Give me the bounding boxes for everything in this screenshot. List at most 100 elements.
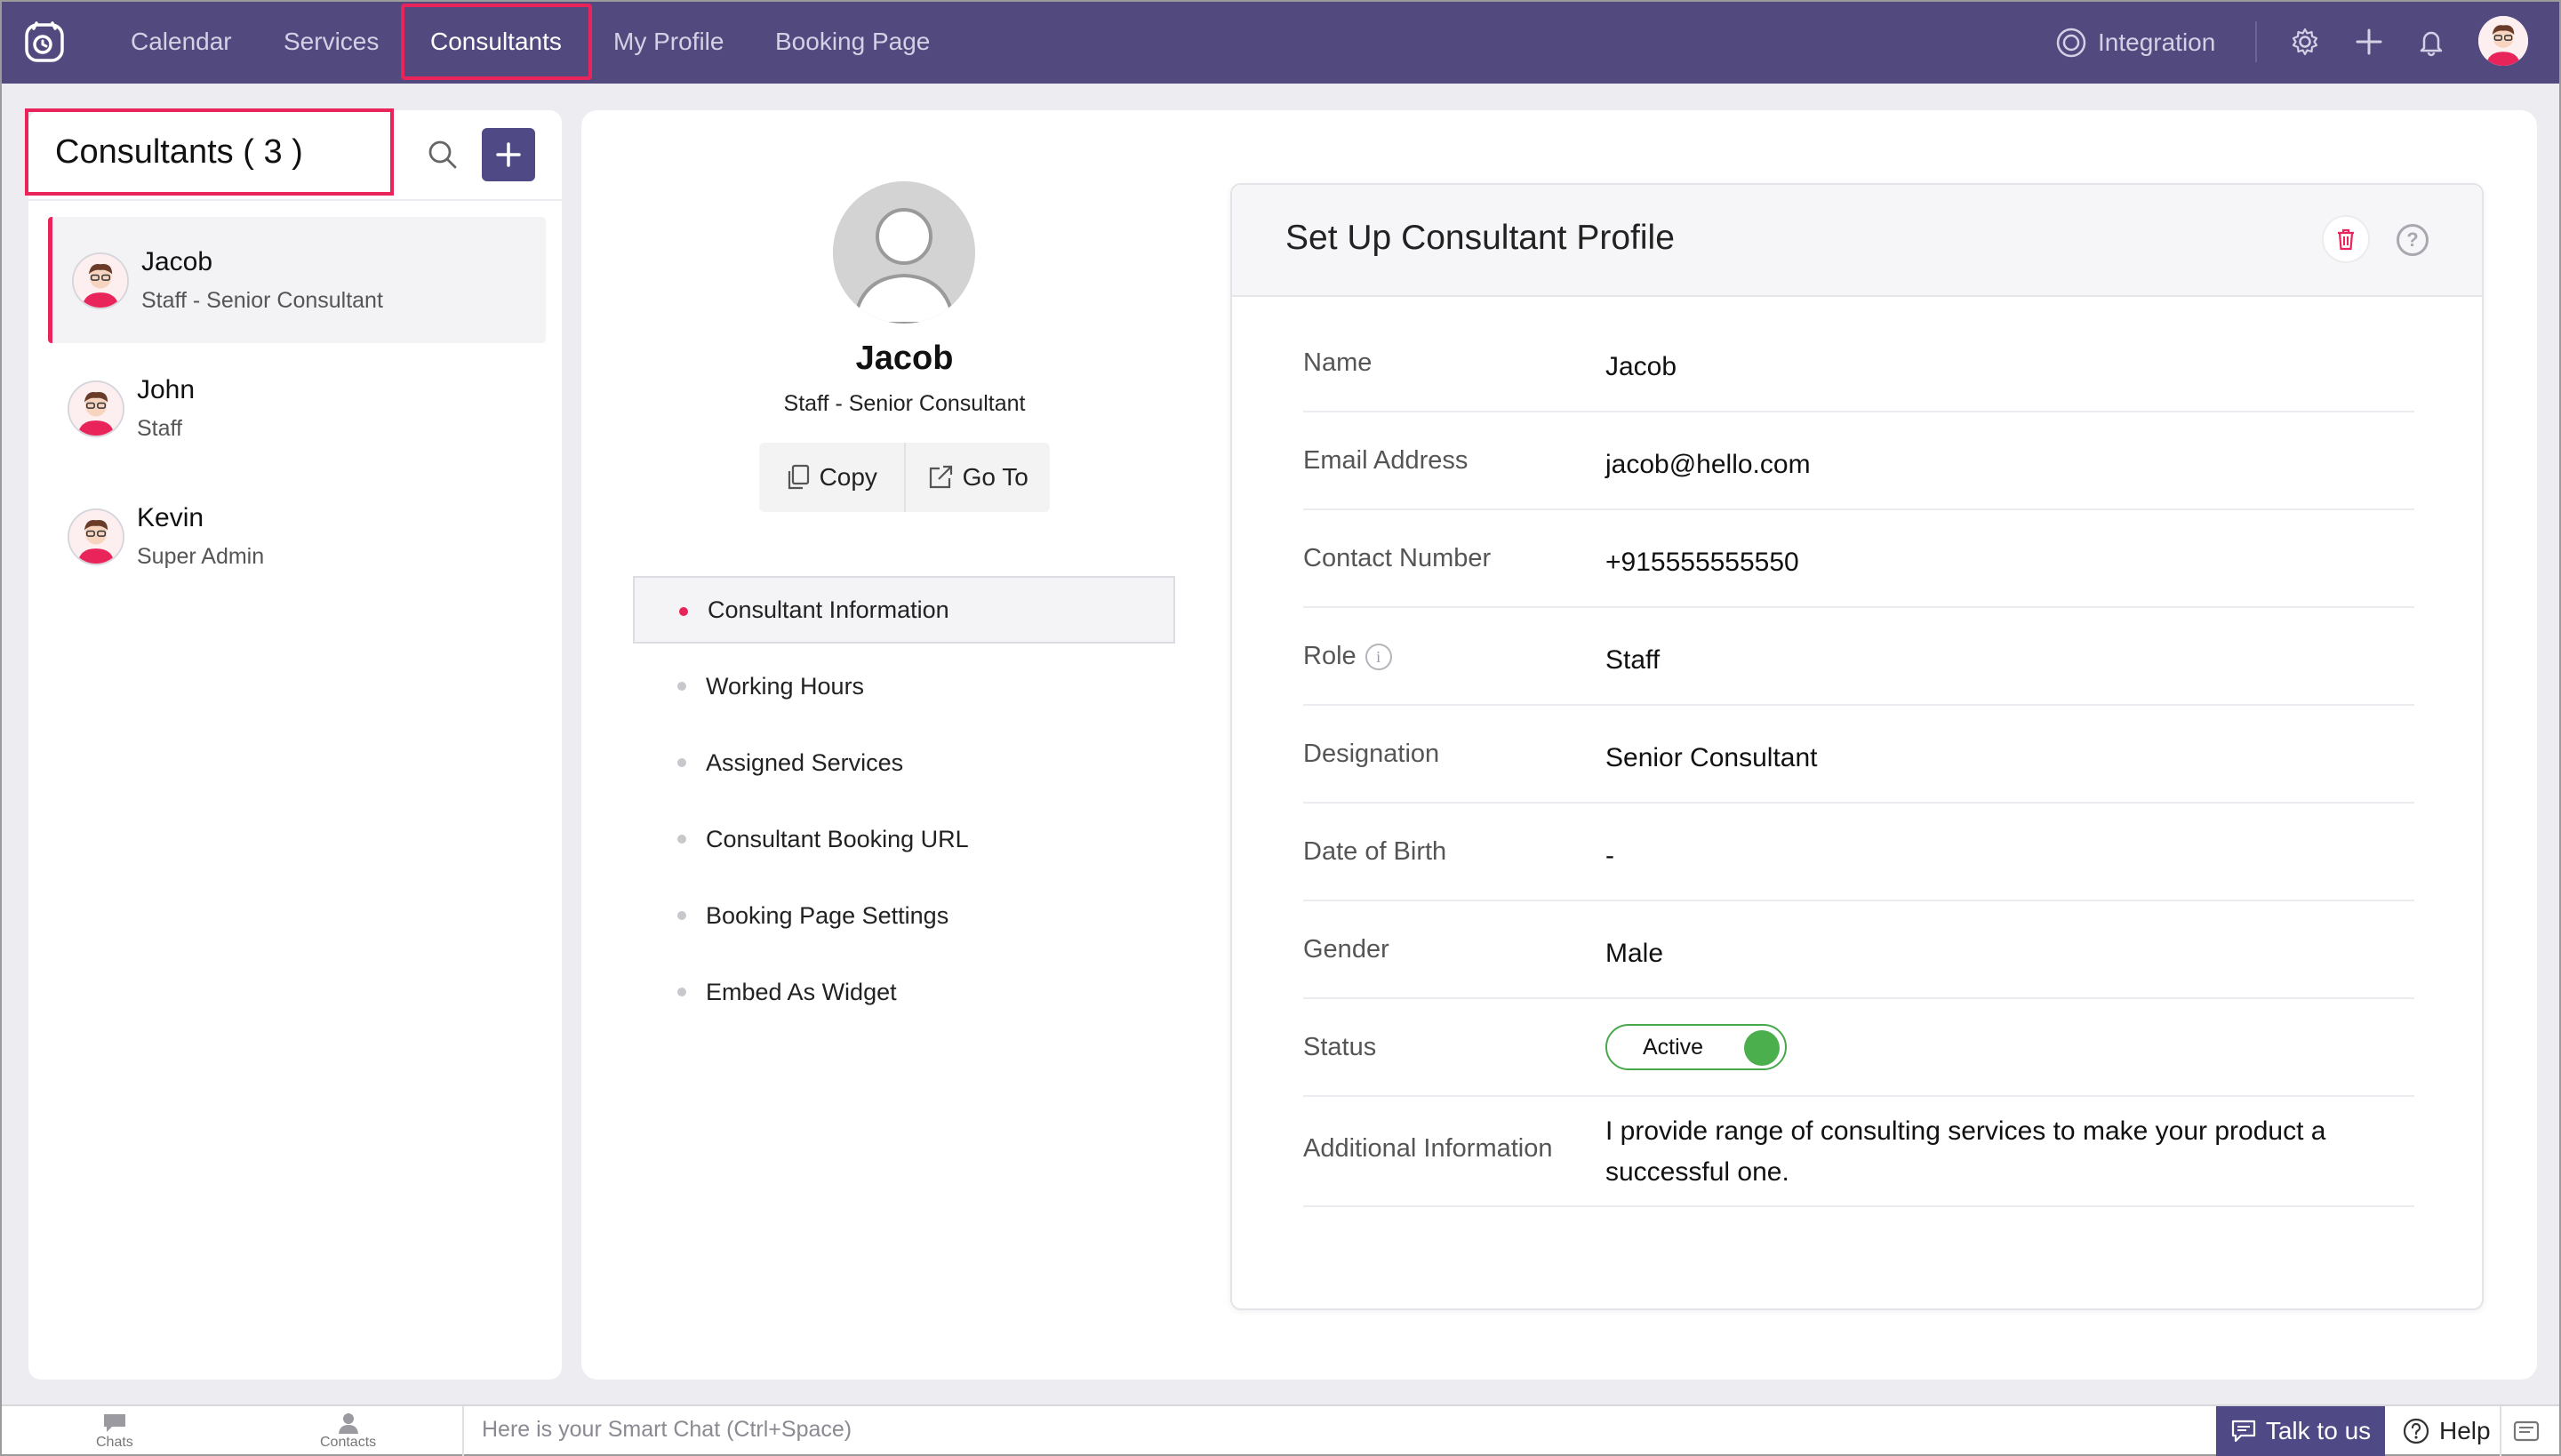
menu-label: Consultant Booking URL (706, 825, 969, 852)
copy-icon (788, 464, 809, 490)
menu-label: Embed As Widget (706, 978, 897, 1005)
search-icon[interactable] (425, 137, 460, 172)
menu-label: Working Hours (706, 672, 865, 700)
menu-consultant-booking-url[interactable]: Consultant Booking URL (633, 805, 1175, 873)
consultant-avatar-icon (69, 382, 123, 436)
consultant-item-kevin[interactable]: Kevin Super Admin (48, 473, 546, 599)
copy-label: Copy (819, 463, 877, 491)
field-value[interactable]: +915555555550 (1605, 542, 2388, 583)
menu-booking-page-settings[interactable]: Booking Page Settings (633, 882, 1175, 949)
field-value[interactable]: Male (1605, 933, 2388, 974)
menu-dot (677, 835, 686, 844)
header-divider (28, 199, 562, 201)
menu-dot (677, 988, 686, 996)
user-avatar[interactable] (2478, 16, 2528, 66)
menu-consultant-information[interactable]: Consultant Information (633, 576, 1175, 644)
field-label: Additional Information (1303, 1134, 1553, 1164)
consultant-role: Staff (137, 416, 182, 441)
card-header: Set Up Consultant Profile ? (1232, 185, 2482, 297)
consultant-item-john[interactable]: John Staff (48, 345, 546, 471)
nav-booking-page[interactable]: Booking Page (775, 2, 930, 84)
gear-icon (2292, 28, 2318, 56)
bottom-divider (2500, 1406, 2501, 1456)
feedback-icon[interactable] (2510, 1415, 2542, 1447)
chats-button[interactable]: Chats (96, 1412, 133, 1451)
menu-label: Booking Page Settings (706, 901, 949, 929)
add-consultant-button[interactable] (482, 128, 535, 181)
bell-icon (2420, 31, 2443, 57)
status-toggle[interactable]: Active (1605, 1024, 1787, 1070)
talk-to-us-button[interactable]: Talk to us (2216, 1406, 2385, 1456)
topbar-divider (2255, 21, 2257, 62)
consultant-role: Staff - Senior Consultant (141, 288, 383, 313)
help-icon[interactable]: ? (2397, 224, 2429, 256)
field-value[interactable]: Senior Consultant (1605, 738, 2388, 779)
bottom-bar: Chats Contacts Here is your Smart Chat (… (2, 1404, 2559, 1456)
field-label: Designation (1303, 740, 1439, 769)
field-value[interactable]: - (1605, 836, 2388, 876)
field-name: Name Jacob (1303, 315, 2414, 412)
contacts-button[interactable]: Contacts (320, 1412, 376, 1451)
help-label: Help (2439, 1417, 2491, 1444)
field-gender: Gender Male (1303, 901, 2414, 999)
field-value[interactable]: Jacob (1605, 347, 2388, 388)
profile-section-menu: Consultant Information Working Hours Ass… (633, 576, 1175, 1035)
consultant-profile-card: Set Up Consultant Profile ? Name Jacob E… (1230, 183, 2484, 1310)
nav-calendar[interactable]: Calendar (131, 2, 232, 84)
field-email-address: Email Address jacob@hello.com (1303, 412, 2414, 510)
top-navigation-bar: Calendar Services Consultants My Profile… (2, 2, 2559, 84)
integration-label: Integration (2098, 28, 2216, 56)
field-value[interactable]: I provide range of consulting services t… (1605, 1111, 2388, 1193)
help-button[interactable]: Help (2402, 1406, 2491, 1456)
consultant-name: Jacob (141, 247, 213, 276)
consultant-item-jacob[interactable]: Jacob Staff - Senior Consultant (48, 217, 546, 343)
smart-chat-input[interactable]: Here is your Smart Chat (Ctrl+Space) (482, 1417, 852, 1443)
field-value[interactable]: jacob@hello.com (1605, 444, 2388, 485)
avatar (72, 252, 129, 309)
menu-embed-as-widget[interactable]: Embed As Widget (633, 958, 1175, 1026)
integration-button[interactable]: Integration (2055, 2, 2215, 84)
trash-icon (2338, 228, 2354, 251)
external-link-icon (929, 465, 952, 489)
nav-services[interactable]: Services (284, 2, 379, 84)
bottom-divider (462, 1406, 464, 1456)
field-label-text: Designation (1303, 740, 1440, 768)
settings-button[interactable] (2285, 21, 2325, 62)
field-value[interactable]: Staff (1605, 640, 2388, 681)
notifications-button[interactable] (2411, 21, 2452, 62)
field-status: Status Active (1303, 999, 2414, 1097)
menu-working-hours[interactable]: Working Hours (633, 652, 1175, 720)
menu-assigned-services[interactable]: Assigned Services (633, 729, 1175, 796)
integration-icon (2056, 28, 2086, 58)
field-label-text: Status (1303, 1033, 1377, 1061)
copy-button[interactable]: Copy (759, 443, 904, 512)
default-user-avatar-icon (833, 181, 975, 324)
field-label: Name (1303, 348, 1372, 378)
menu-dot (677, 911, 686, 920)
help-icon (2403, 1418, 2429, 1444)
nav-my-profile[interactable]: My Profile (613, 2, 724, 84)
profile-role: Staff - Senior Consultant (783, 391, 1026, 416)
menu-dot (677, 758, 686, 767)
go-to-button[interactable]: Go To (903, 443, 1051, 512)
field-additional-information: Additional Information I provide range o… (1303, 1097, 2414, 1207)
consultant-avatar-icon (74, 254, 127, 308)
menu-label: Consultant Information (708, 596, 949, 623)
delete-consultant-button[interactable] (2322, 215, 2370, 263)
field-contact-number: Contact Number +915555555550 (1303, 510, 2414, 608)
consultant-avatar-icon (69, 510, 123, 564)
info-icon[interactable]: i (1365, 643, 1392, 670)
nav-consultants-highlight (401, 4, 592, 80)
consultant-role: Super Admin (137, 544, 265, 569)
add-new-button[interactable] (2349, 21, 2389, 62)
profile-avatar[interactable] (833, 181, 975, 324)
status-toggle-label: Active (1643, 1035, 1704, 1060)
menu-dot (679, 607, 688, 616)
plus-icon (2356, 28, 2382, 55)
field-label-text: Contact Number (1303, 544, 1492, 572)
contacts-label: Contacts (320, 1435, 377, 1450)
field-designation: Designation Senior Consultant (1303, 706, 2414, 804)
app-logo-icon[interactable] (21, 18, 69, 66)
toggle-knob (1744, 1030, 1780, 1066)
avatar (68, 508, 124, 565)
